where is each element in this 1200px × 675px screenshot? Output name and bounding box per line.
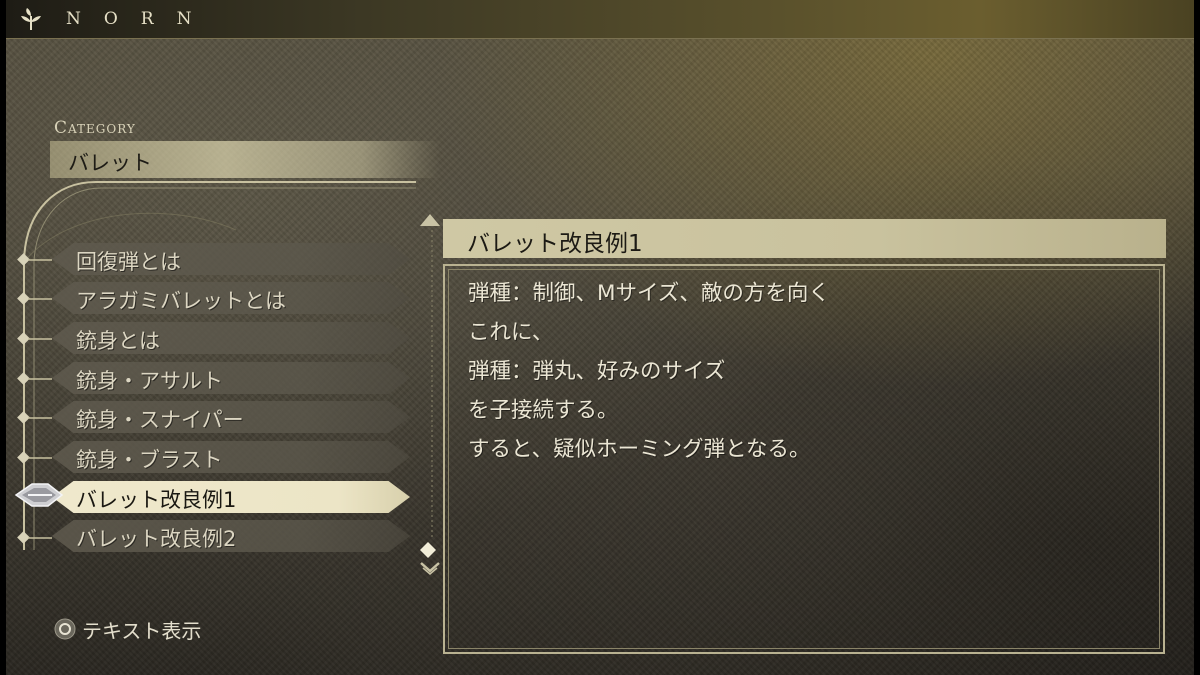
selection-cursor-icon [14, 483, 64, 507]
top-bar: NORN [6, 0, 1194, 39]
list-item[interactable]: 銃身・アサルト [52, 362, 410, 394]
scroll-up-arrow-icon[interactable] [420, 214, 440, 226]
list-item[interactable]: 回復弾とは [52, 243, 410, 275]
circle-button-icon [54, 618, 76, 640]
list-item[interactable]: バレット改良例2 [52, 520, 410, 552]
document-line: これに、 [468, 320, 554, 345]
category-heading: Category [54, 118, 136, 138]
list-item-label: 銃身・アサルト [76, 369, 223, 393]
document-line: 弾種：弾丸、好みのサイズ [468, 359, 726, 384]
document-title: バレット改良例1 [467, 231, 643, 257]
list-item-label: バレット改良例1 [76, 488, 237, 512]
list-item[interactable]: 銃身・ブラスト [52, 441, 410, 473]
list-item-label: バレット改良例2 [76, 527, 237, 551]
document-line: 弾種：制御、Mサイズ、敵の方を向く [468, 281, 830, 306]
leaf-logo-icon [21, 8, 41, 30]
document-body: 弾種：制御、Mサイズ、敵の方を向く これに、 弾種：弾丸、好みのサイズ を子接続… [468, 274, 830, 469]
list-item[interactable]: 銃身・スナイパー [52, 401, 410, 433]
list-item[interactable]: バレット改良例1 [52, 481, 410, 513]
list-item-label: アラガミバレットとは [76, 289, 286, 313]
list-item[interactable]: アラガミバレットとは [52, 282, 410, 314]
list-item-label: 回復弾とは [76, 250, 181, 274]
document-title-bar: バレット改良例1 [443, 219, 1166, 258]
hint-label: テキスト表示 [82, 619, 202, 643]
list-item-label: 銃身・ブラスト [76, 448, 223, 472]
scroll-position-diamond-icon [420, 542, 436, 558]
document-line: すると、疑似ホーミング弾となる。 [468, 437, 811, 462]
list-item-label: 銃身とは [76, 329, 160, 353]
game-screen: NORN Category バレット 回復弾とは アラガミバレットとは 銃身とは… [6, 0, 1194, 675]
list-item-label: 銃身・スナイパー [76, 408, 244, 432]
app-title: NORN [66, 9, 215, 29]
list-item[interactable]: 銃身とは [52, 322, 410, 354]
document-line: を子接続する。 [468, 398, 619, 423]
scroll-down-arrow-icon[interactable] [419, 561, 441, 575]
